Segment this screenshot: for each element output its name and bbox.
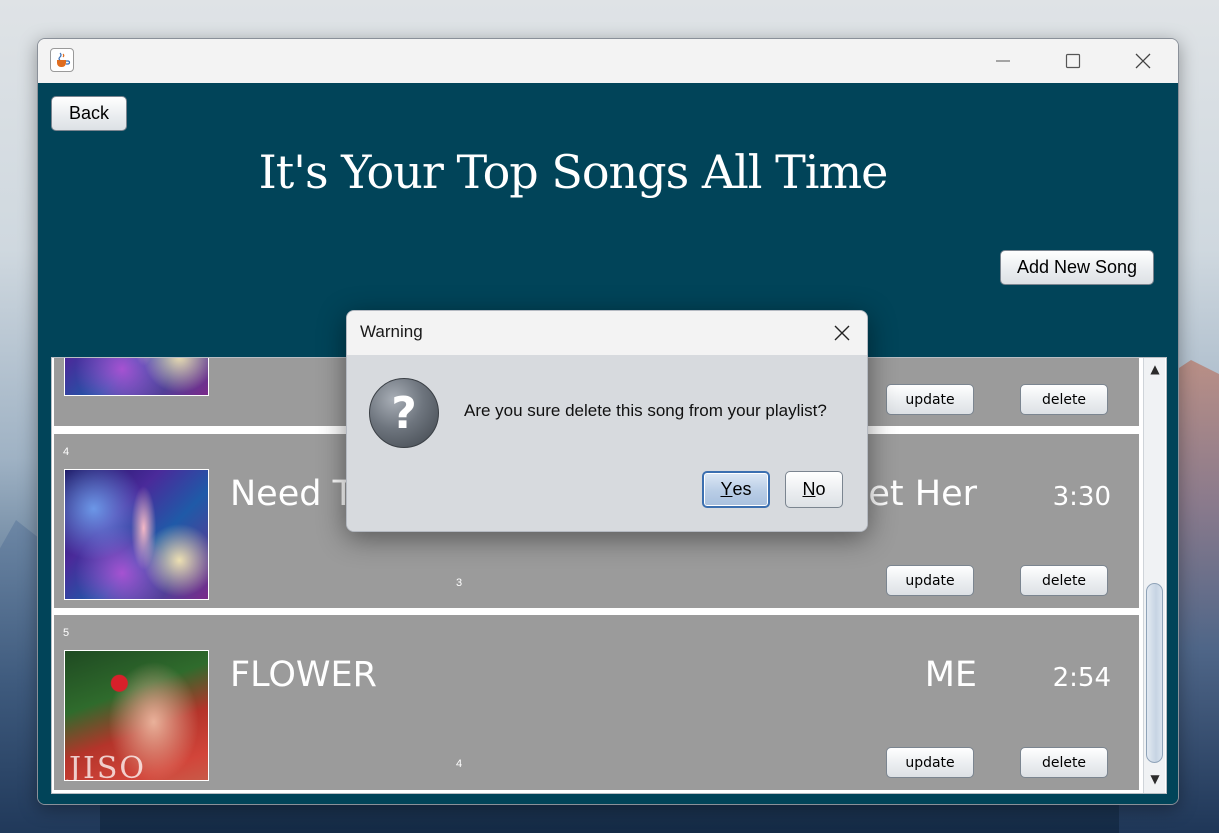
update-button[interactable]: update bbox=[886, 747, 974, 778]
dialog-titlebar[interactable]: Warning bbox=[347, 311, 867, 355]
no-mnemonic: N bbox=[802, 479, 816, 499]
song-index: 5 bbox=[63, 627, 70, 639]
java-coffee-icon bbox=[50, 48, 74, 72]
song-play-count: 4 bbox=[456, 758, 463, 770]
vertical-scrollbar[interactable]: ▲ ▼ bbox=[1143, 358, 1165, 793]
close-icon bbox=[1135, 53, 1151, 69]
yes-mnemonic: Y bbox=[720, 479, 733, 499]
yes-button[interactable]: Yes bbox=[702, 471, 770, 508]
add-new-song-button[interactable]: Add New Song bbox=[1000, 250, 1154, 285]
song-play-count: 3 bbox=[456, 577, 463, 589]
delete-button[interactable]: delete bbox=[1020, 747, 1108, 778]
update-button[interactable]: update bbox=[886, 565, 974, 596]
yes-label: es bbox=[732, 479, 752, 499]
window-titlebar[interactable] bbox=[38, 39, 1178, 83]
dialog-title: Warning bbox=[360, 322, 423, 341]
no-button[interactable]: No bbox=[785, 471, 843, 508]
minimize-icon bbox=[996, 60, 1010, 62]
song-index: 4 bbox=[63, 446, 70, 458]
minimize-button[interactable] bbox=[968, 39, 1038, 83]
dialog-body: ? Are you sure delete this song from you… bbox=[347, 355, 867, 531]
album-cover-image bbox=[64, 469, 209, 600]
dialog-close-button[interactable] bbox=[823, 314, 861, 352]
close-window-button[interactable] bbox=[1108, 39, 1178, 83]
dialog-message: Are you sure delete this song from your … bbox=[464, 401, 827, 420]
song-duration: 3:30 bbox=[1052, 482, 1111, 512]
question-icon: ? bbox=[369, 378, 439, 448]
song-duration: 2:54 bbox=[1052, 663, 1111, 693]
close-icon bbox=[834, 325, 850, 341]
maximize-button[interactable] bbox=[1038, 39, 1108, 83]
album-cover-image bbox=[64, 358, 209, 396]
song-row: 5 JISO FLOWER ME 2:54 4 update delete bbox=[54, 615, 1139, 790]
scroll-up-arrow-icon[interactable]: ▲ bbox=[1144, 358, 1166, 380]
album-cover-image: JISO bbox=[64, 650, 209, 781]
no-label: o bbox=[815, 479, 826, 499]
scroll-thumb[interactable] bbox=[1146, 583, 1163, 763]
page-title: It's Your Top Songs All Time bbox=[258, 145, 889, 199]
cover-text: JISO bbox=[69, 751, 147, 781]
song-title: FLOWER bbox=[230, 655, 377, 695]
warning-dialog: Warning ? Are you sure delete this song … bbox=[346, 310, 868, 532]
scroll-down-arrow-icon[interactable]: ▼ bbox=[1144, 768, 1166, 790]
maximize-icon bbox=[1065, 53, 1081, 69]
delete-button[interactable]: delete bbox=[1020, 565, 1108, 596]
song-artist: ME bbox=[924, 655, 977, 695]
update-button[interactable]: update bbox=[886, 384, 974, 415]
delete-button[interactable]: delete bbox=[1020, 384, 1108, 415]
back-button[interactable]: Back bbox=[51, 96, 127, 131]
